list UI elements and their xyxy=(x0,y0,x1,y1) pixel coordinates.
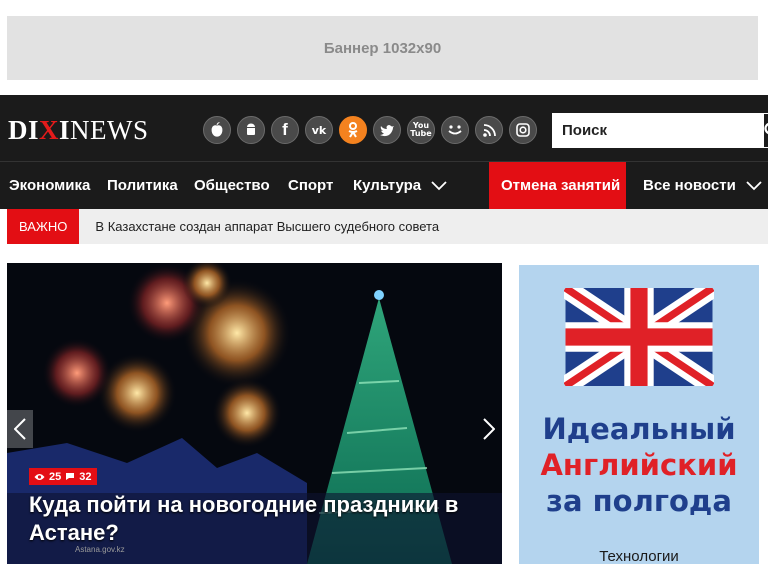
nav-item-economy[interactable]: Экономика xyxy=(9,162,90,209)
facebook-icon[interactable]: f xyxy=(271,116,299,144)
ad-headline: Идеальный Английский за полгода xyxy=(519,411,759,519)
nav-item-politics[interactable]: Политика xyxy=(107,162,178,209)
chevron-down-icon xyxy=(746,180,762,190)
slide-headline[interactable]: Куда пойти на новогодние праздники в Аст… xyxy=(29,491,469,547)
logo-x: X xyxy=(39,115,60,145)
ad-line-1: Идеальный xyxy=(542,412,736,446)
chevron-down-icon xyxy=(431,180,447,190)
chevron-right-icon xyxy=(483,418,495,440)
nav-item-classes-cancelled[interactable]: Отмена занятий xyxy=(489,162,626,209)
nav-all-news-label: Все новости xyxy=(643,177,736,194)
slider-prev-button[interactable] xyxy=(7,410,33,448)
site-header: DIXINEWS f vk You Tube xyxy=(0,95,768,161)
comment-count: 32 xyxy=(79,470,92,483)
android-icon[interactable] xyxy=(237,116,265,144)
search-button[interactable] xyxy=(763,113,768,148)
nav-item-culture[interactable]: Культура xyxy=(353,162,447,209)
chevron-left-icon xyxy=(14,418,26,440)
rss-icon[interactable] xyxy=(475,116,503,144)
nav-item-sport[interactable]: Спорт xyxy=(288,162,333,209)
logo-news: NEWS xyxy=(70,115,149,145)
logo-i: I xyxy=(59,115,71,145)
main-nav: Экономика Политика Общество Спорт Культу… xyxy=(0,161,768,209)
logo-di: DI xyxy=(8,115,40,145)
search-box xyxy=(552,113,768,148)
search-input[interactable] xyxy=(552,113,763,148)
banner-text: Баннер 1032x90 xyxy=(323,39,442,57)
slider-next-button[interactable] xyxy=(476,410,502,448)
ad-line-3: за полгода xyxy=(546,484,732,518)
breaking-news-link[interactable]: В Казахстане создан аппарат Высшего суде… xyxy=(95,219,439,234)
twitter-icon[interactable] xyxy=(373,116,401,144)
social-links: f vk You Tube xyxy=(203,116,537,144)
apple-icon[interactable] xyxy=(203,116,231,144)
nav-item-society[interactable]: Общество xyxy=(194,162,270,209)
nav-item-culture-label: Культура xyxy=(353,177,422,194)
instagram-icon[interactable] xyxy=(509,116,537,144)
odnoklassniki-icon[interactable] xyxy=(339,116,367,144)
breaking-news-strip: ВАЖНО В Казахстане создан аппарат Высшег… xyxy=(7,209,768,244)
uk-flag-image xyxy=(564,288,714,386)
ad-line-2: Английский xyxy=(540,448,738,482)
comment-icon xyxy=(66,473,75,480)
moimir-icon[interactable] xyxy=(441,116,469,144)
view-count: 25 xyxy=(49,470,62,483)
news-slider[interactable]: 25 32 Куда пойти на новогодние праздники… xyxy=(7,263,502,564)
search-icon xyxy=(764,122,768,135)
slide-stats-badge: 25 32 xyxy=(29,468,97,485)
eye-icon xyxy=(34,473,45,480)
ad-subtext: Технологии xyxy=(599,548,679,564)
site-logo[interactable]: DIXINEWS xyxy=(8,117,149,144)
important-badge: ВАЖНО xyxy=(7,209,80,244)
nav-all-news[interactable]: Все новости xyxy=(643,162,762,209)
photo-credit: Astana.gov.kz xyxy=(75,545,125,554)
youtube-icon[interactable]: You Tube xyxy=(407,116,435,144)
english-course-ad[interactable]: Идеальный Английский за полгода Технолог… xyxy=(519,265,759,564)
vk-icon[interactable]: vk xyxy=(305,116,333,144)
top-banner[interactable]: Баннер 1032x90 xyxy=(7,16,758,80)
